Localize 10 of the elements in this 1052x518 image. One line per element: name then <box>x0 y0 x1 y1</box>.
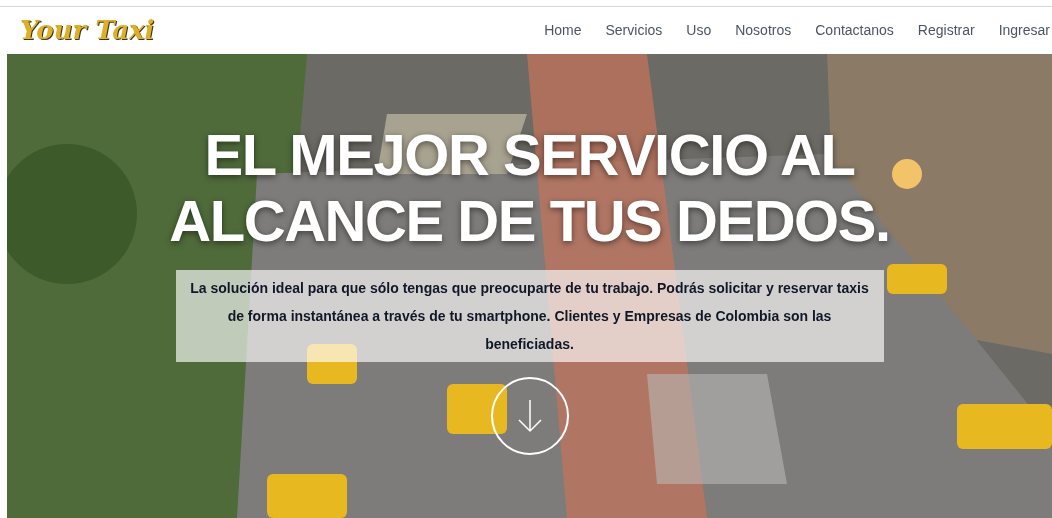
nav-link[interactable]: Home <box>544 20 582 41</box>
nav-link[interactable]: Registrar <box>917 20 975 41</box>
scroll-down-button[interactable] <box>490 377 569 455</box>
nav-link[interactable]: Servicios <box>605 20 663 41</box>
nav-link[interactable]: Nosotros <box>735 20 792 41</box>
nav-link[interactable]: Uso <box>686 20 712 41</box>
arrow-down-icon <box>516 399 543 433</box>
nav-link[interactable]: Ingresar <box>998 20 1050 41</box>
hero-description: La solución ideal para que sólo tengas que preocuparte de tu trabajo. Podrás solicitar y reservar taxis de forma instantánea a través de tu smartphone. Clientes y Empresas de Colombia son las beneficiadas. <box>175 270 884 362</box>
nav-link[interactable]: Contactanos <box>815 20 894 41</box>
